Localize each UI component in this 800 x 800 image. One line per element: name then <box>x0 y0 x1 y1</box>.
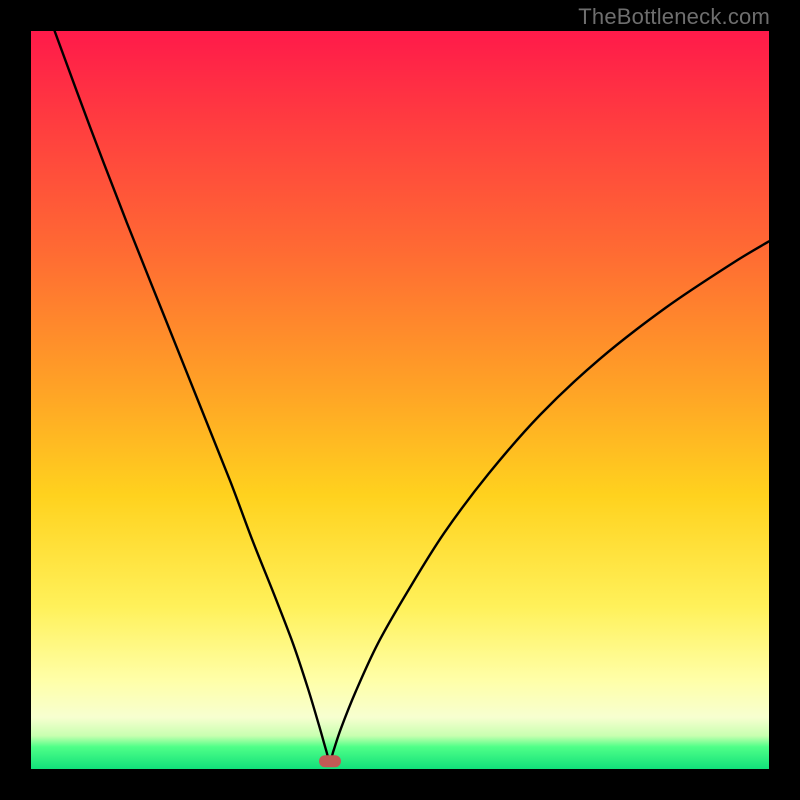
bottleneck-curve <box>55 31 769 762</box>
curve-svg <box>31 31 769 769</box>
minimum-marker <box>319 755 341 767</box>
chart-frame: TheBottleneck.com <box>0 0 800 800</box>
watermark-text: TheBottleneck.com <box>578 4 770 30</box>
plot-area <box>31 31 769 769</box>
